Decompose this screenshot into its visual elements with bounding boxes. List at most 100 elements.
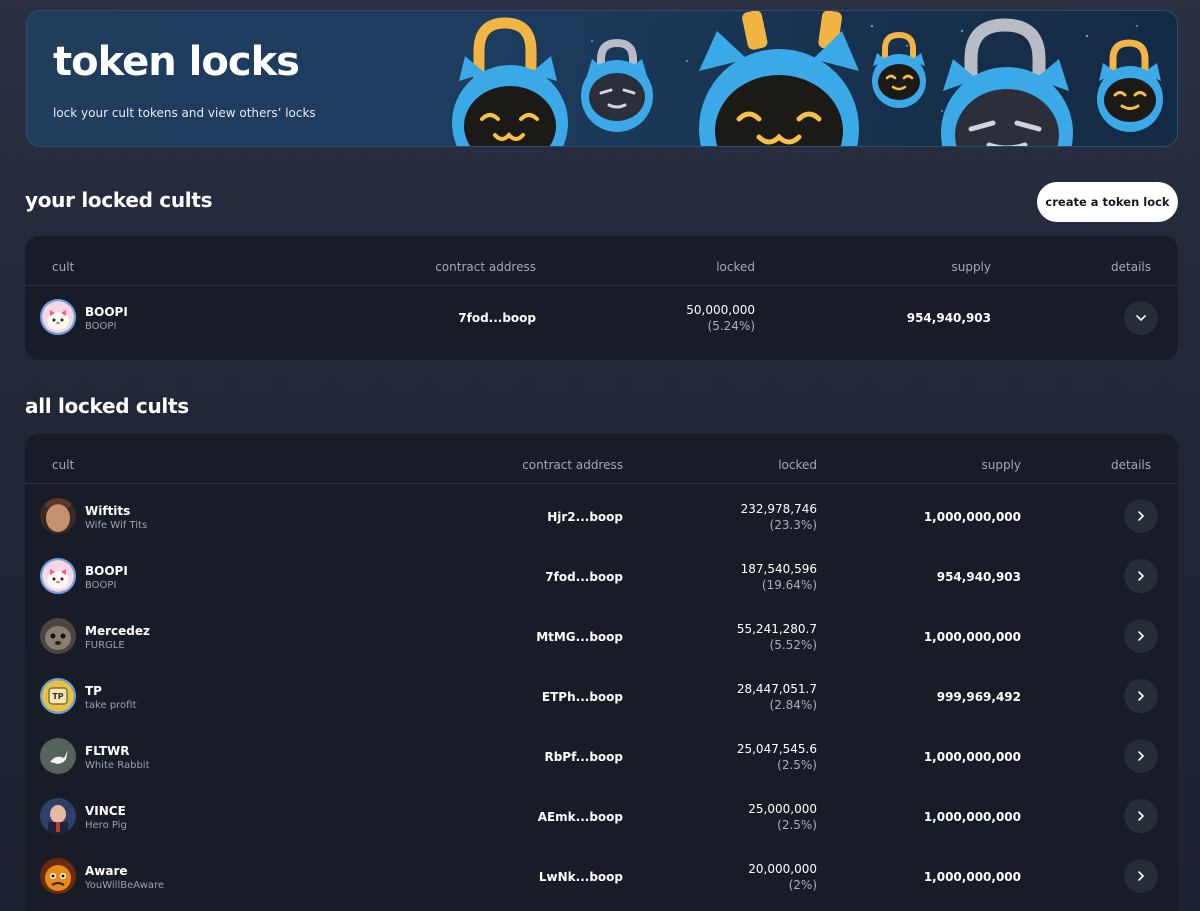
col-supply: supply — [951, 260, 991, 274]
create-token-lock-button[interactable]: create a token lock — [1037, 182, 1178, 222]
lock-mascot-4 — [872, 31, 926, 108]
table-row[interactable]: BOOPI BOOPI 7fod...boop 187,540,596 (19.… — [25, 546, 1178, 606]
lock-mascot-2 — [581, 38, 653, 132]
mercedez-avatar — [40, 618, 76, 654]
table-row[interactable]: Mercedez FURGLE MtMG...boop 55,241,280.7… — [25, 606, 1178, 666]
all-locked-cults-heading: all locked cults — [25, 394, 189, 418]
open-details-button[interactable] — [1124, 499, 1158, 533]
boopi-avatar — [40, 299, 76, 335]
cult-name: Mercedez — [85, 624, 150, 638]
hero-banner: token locks lock your cult tokens and vi… — [26, 10, 1178, 147]
cult-name: TP — [85, 684, 102, 698]
col-cult: cult — [52, 458, 75, 472]
lock-mascot-3 — [699, 11, 859, 146]
supply: 1,000,000,000 — [923, 870, 1021, 884]
all-locks-table: cult contract address locked supply deta… — [25, 434, 1178, 911]
cult-name: BOOPI — [85, 564, 128, 578]
locked-amount: 25,000,000 — [748, 802, 817, 816]
contract-address[interactable]: Hjr2...boop — [445, 510, 623, 524]
col-details: details — [1111, 458, 1151, 472]
cult-ticker: Wife Wif Tits — [85, 520, 148, 531]
svg-text:TP: TP — [52, 692, 63, 701]
supply: 999,969,492 — [936, 690, 1021, 704]
locked-percent: (2.84%) — [769, 698, 817, 712]
lock-mascot-6 — [1097, 39, 1163, 132]
chevron-right-icon — [1138, 751, 1145, 761]
col-locked: locked — [778, 458, 817, 472]
cult-ticker: take profit — [85, 700, 137, 711]
supply: 1,000,000,000 — [923, 750, 1021, 764]
cult-name: Aware — [85, 864, 128, 878]
cult-name: FLTWR — [85, 744, 130, 758]
chevron-right-icon — [1138, 631, 1145, 641]
chevron-right-icon — [1138, 691, 1145, 701]
supply: 1,000,000,000 — [923, 630, 1021, 644]
contract-address[interactable]: 7fod...boop — [445, 570, 623, 584]
lock-mascot-illustration — [452, 11, 1163, 146]
col-contract-address: contract address — [522, 458, 623, 472]
contract-address[interactable]: RbPf...boop — [445, 750, 623, 764]
col-contract-address: contract address — [435, 260, 536, 274]
locked-amount: 55,241,280.7 — [736, 622, 817, 636]
cult-name: VINCE — [85, 804, 126, 818]
locked-amount: 25,047,545.6 — [736, 742, 817, 756]
lock-mascot-1 — [452, 17, 568, 146]
col-cult: cult — [52, 260, 75, 274]
contract-address[interactable]: 7fod...boop — [365, 311, 536, 325]
fltwr-avatar — [40, 738, 76, 774]
tp-avatar: TP — [40, 678, 76, 714]
open-details-button[interactable] — [1124, 619, 1158, 653]
chevron-right-icon — [1138, 871, 1145, 881]
lock-mascot-5 — [941, 18, 1073, 146]
chevron-right-icon — [1138, 511, 1145, 521]
expand-details-button[interactable] — [1124, 301, 1158, 335]
locked-percent: (19.64%) — [761, 578, 817, 592]
col-supply: supply — [981, 458, 1021, 472]
supply: 1,000,000,000 — [923, 810, 1021, 824]
locked-amount: 20,000,000 — [748, 862, 817, 876]
chevron-down-icon — [1136, 315, 1146, 322]
cult-name: Wiftits — [85, 504, 131, 518]
table-row[interactable]: Aware YouWillBeAware LwNk...boop 20,000,… — [25, 846, 1178, 906]
locked-percent: (2.5%) — [777, 818, 817, 832]
locked-percent: (5.24%) — [707, 319, 755, 333]
locked-amount: 50,000,000 — [686, 303, 755, 317]
wiftits-avatar — [40, 498, 76, 534]
open-details-button[interactable] — [1124, 859, 1158, 893]
contract-address[interactable]: MtMG...boop — [445, 630, 623, 644]
locked-percent: (23.3%) — [769, 518, 817, 532]
contract-address[interactable]: ETPh...boop — [445, 690, 623, 704]
supply: 1,000,000,000 — [923, 510, 1021, 524]
locked-amount: 28,447,051.7 — [736, 682, 817, 696]
col-locked: locked — [716, 260, 755, 274]
contract-address[interactable]: AEmk...boop — [445, 810, 623, 824]
open-details-button[interactable] — [1124, 799, 1158, 833]
cult-ticker: YouWillBeAware — [85, 880, 165, 891]
your-locks-table: cult contract address locked supply deta… — [25, 236, 1178, 360]
locked-percent: (5.52%) — [769, 638, 817, 652]
locked-amount: 187,540,596 — [740, 562, 817, 576]
aware-avatar — [40, 858, 76, 894]
supply: 954,940,903 — [936, 570, 1021, 584]
vince-avatar — [40, 798, 76, 834]
locked-amount: 232,978,746 — [740, 502, 817, 516]
table-row[interactable]: TP TP take profit ETPh...boop 28,447,051… — [25, 666, 1178, 726]
cult-ticker: Hero Pig — [85, 820, 127, 831]
open-details-button[interactable] — [1124, 679, 1158, 713]
table-row[interactable]: BOOPI BOOPI 7fod...boop 50,000,000 (5.24… — [25, 288, 1178, 348]
table-header: cult contract address locked supply deta… — [25, 236, 1178, 286]
cult-ticker: BOOPI — [85, 321, 117, 332]
table-row[interactable]: VINCE Hero Pig AEmk...boop 25,000,000 (2… — [25, 786, 1178, 846]
table-row[interactable]: FLTWR White Rabbit RbPf...boop 25,047,54… — [25, 726, 1178, 786]
locked-percent: (2.5%) — [777, 758, 817, 772]
open-details-button[interactable] — [1124, 739, 1158, 773]
table-row[interactable]: Wiftits Wife Wif Tits Hjr2...boop 232,97… — [25, 486, 1178, 546]
table-header: cult contract address locked supply deta… — [25, 434, 1178, 484]
chevron-right-icon — [1138, 571, 1145, 581]
contract-address[interactable]: LwNk...boop — [445, 870, 623, 884]
open-details-button[interactable] — [1124, 559, 1158, 593]
col-details: details — [1111, 260, 1151, 274]
cult-ticker: White Rabbit — [85, 760, 150, 771]
cult-ticker: FURGLE — [85, 640, 125, 651]
chevron-right-icon — [1138, 811, 1145, 821]
